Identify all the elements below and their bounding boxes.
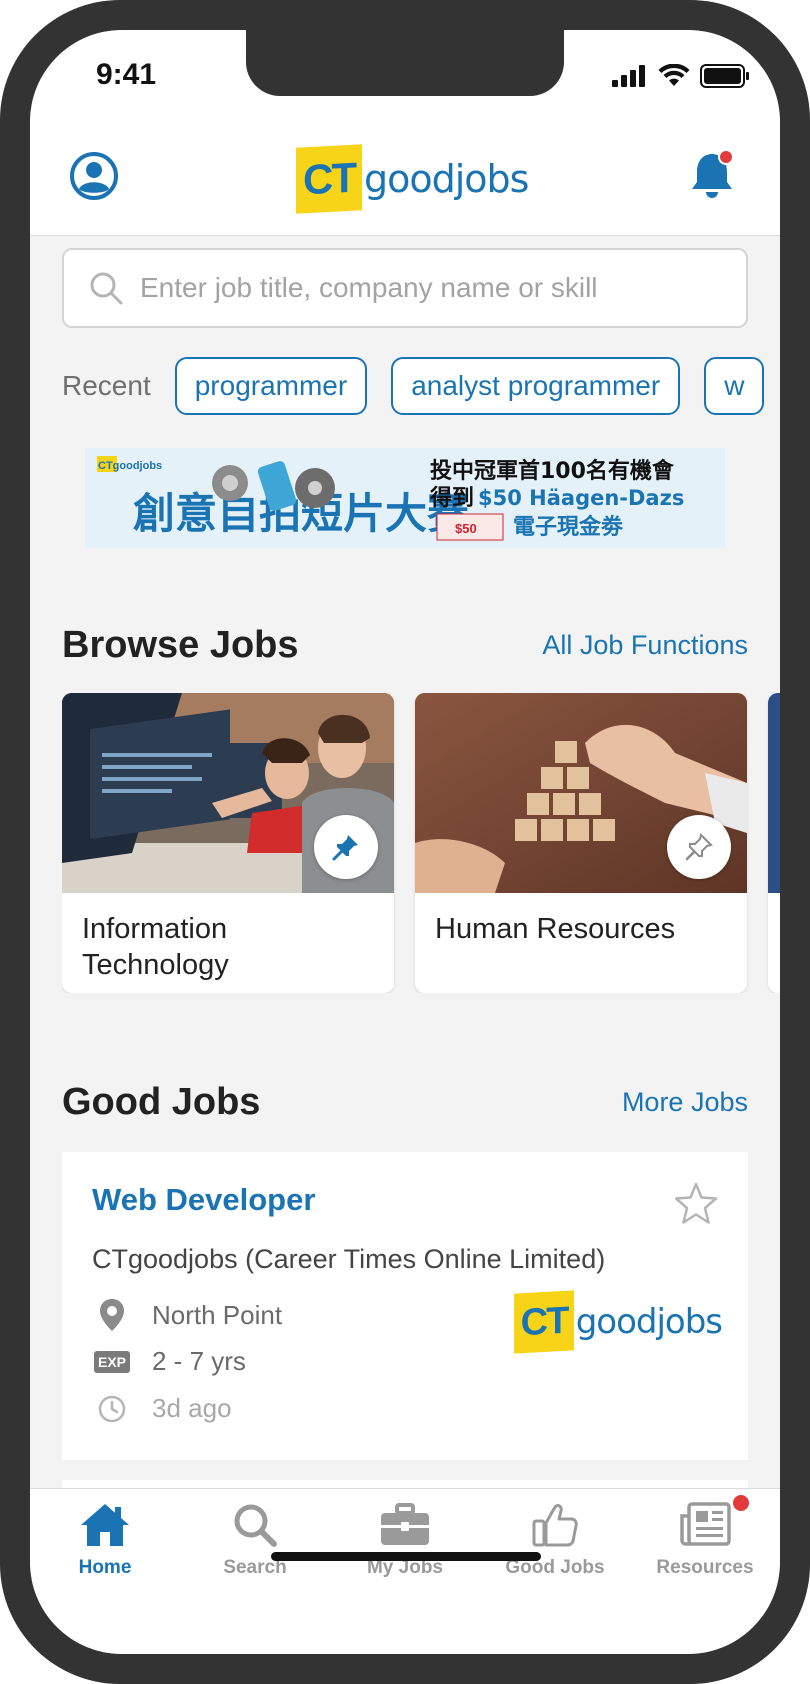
location-pin-icon [100, 1299, 124, 1331]
phone-device: 9:41 CT goodjobs Enter job title, compan… [0, 0, 810, 1684]
job-function-card-hr[interactable]: Human Resources [415, 693, 747, 993]
status-time: 9:41 [96, 58, 157, 91]
recent-label: Recent [62, 370, 151, 401]
logo-wordmark: goodjobs [575, 1302, 723, 1342]
tab-resources[interactable]: Resources [630, 1495, 780, 1591]
tab-search[interactable]: Search [180, 1501, 330, 1591]
user-avatar-icon [70, 152, 118, 200]
pin-button[interactable] [314, 815, 378, 879]
thumbs-up-icon [532, 1504, 578, 1547]
recent-searches: Recent programmer analyst programmer w [62, 356, 780, 416]
save-job-button[interactable] [672, 1180, 720, 1228]
job-experience: 2 - 7 yrs [152, 1346, 246, 1376]
next-card-photo [768, 693, 780, 893]
briefcase-icon [381, 1503, 429, 1545]
tab-label: Home [78, 1557, 132, 1578]
tab-home[interactable]: Home [30, 1501, 180, 1591]
profile-button[interactable] [68, 150, 120, 202]
svg-text:得到: 得到 [429, 485, 474, 511]
search-bar[interactable] [62, 248, 748, 328]
job-function-title: Information Technology [82, 913, 229, 981]
notifications-button[interactable] [688, 148, 738, 204]
logo-ct-mark: CT [296, 144, 362, 214]
job-function-carousel[interactable]: Information Technology Human Resources [62, 693, 780, 993]
company-logo: CT goodjobs [513, 1290, 723, 1354]
wifi-icon [658, 64, 690, 86]
promo-banner[interactable]: CTgoodjobs 創意自拍短片大賽 投中冠軍首100名有機會 得到 $50 … [85, 448, 725, 548]
bottom-tab-bar: Home Search My Jobs Good Jobs Resources [30, 1488, 780, 1654]
star-outline-icon [674, 1182, 718, 1224]
job-function-card-next[interactable] [768, 693, 780, 993]
job-posted-row: 3d ago [92, 1393, 232, 1424]
job-title[interactable]: Web Developer [92, 1182, 315, 1218]
svg-text:$50 Häagen-Dazs: $50 Häagen-Dazs [478, 486, 684, 510]
browse-jobs-title: Browse Jobs [62, 624, 299, 666]
bell-icon [692, 149, 734, 198]
app-screen: 9:41 CT goodjobs Enter job title, compan… [30, 30, 780, 1654]
more-jobs-link[interactable]: More Jobs [622, 1087, 748, 1118]
top-navigation: CT goodjobs [30, 120, 780, 236]
home-indicator [271, 1552, 541, 1561]
experience-badge-icon: EXP [93, 1350, 130, 1373]
job-location-row: North Point [92, 1298, 282, 1332]
svg-text:CTgoodjobs: CTgoodjobs [98, 460, 162, 472]
svg-text:投中冠軍首100名有機會: 投中冠軍首100名有機會 [430, 458, 675, 484]
job-function-card-it[interactable]: Information Technology [62, 693, 394, 993]
pin-button[interactable] [667, 815, 731, 879]
job-experience-row: EXP 2 - 7 yrs [92, 1346, 246, 1377]
logo-wordmark: goodjobs [364, 157, 529, 201]
company-name: CTgoodjobs (Career Times Online Limited) [92, 1244, 606, 1274]
search-input[interactable] [140, 272, 720, 304]
recent-chip[interactable]: programmer [174, 357, 368, 415]
phone-notch [246, 30, 564, 96]
logo-ct-mark: CT [513, 1290, 574, 1354]
pin-outline-icon [685, 833, 713, 861]
tab-good-jobs[interactable]: Good Jobs [480, 1501, 630, 1591]
all-job-functions-link[interactable]: All Job Functions [542, 630, 748, 661]
clock-icon [98, 1395, 126, 1422]
job-location: North Point [152, 1299, 283, 1330]
job-posted-time: 3d ago [152, 1393, 232, 1423]
recent-chip[interactable]: analyst programmer [391, 357, 681, 415]
home-icon [81, 1504, 129, 1546]
recent-chip[interactable]: w [704, 357, 765, 415]
svg-text:$50: $50 [455, 521, 477, 536]
tab-my-jobs[interactable]: My Jobs [330, 1501, 480, 1591]
status-icons [612, 64, 750, 88]
job-function-title: Human Resources [435, 913, 676, 945]
job-listing-card[interactable]: Web Developer CTgoodjobs (Career Times O… [62, 1152, 748, 1460]
svg-text:電子現金劵: 電子現金劵 [513, 514, 624, 540]
resources-badge-dot [733, 1495, 749, 1511]
banner-artwork: CTgoodjobs 創意自拍短片大賽 投中冠軍首100名有機會 得到 $50 … [85, 448, 725, 548]
pin-filled-icon [332, 835, 358, 861]
good-jobs-title: Good Jobs [62, 1081, 261, 1123]
search-icon [234, 1504, 277, 1547]
battery-icon [700, 64, 749, 88]
notification-dot [718, 149, 734, 165]
newspaper-icon [680, 1502, 731, 1546]
ctgoodjobs-logo[interactable]: CT goodjobs [296, 144, 529, 214]
search-icon [90, 272, 123, 305]
cellular-signal-icon [612, 65, 645, 87]
tab-label: Resources [656, 1557, 754, 1578]
